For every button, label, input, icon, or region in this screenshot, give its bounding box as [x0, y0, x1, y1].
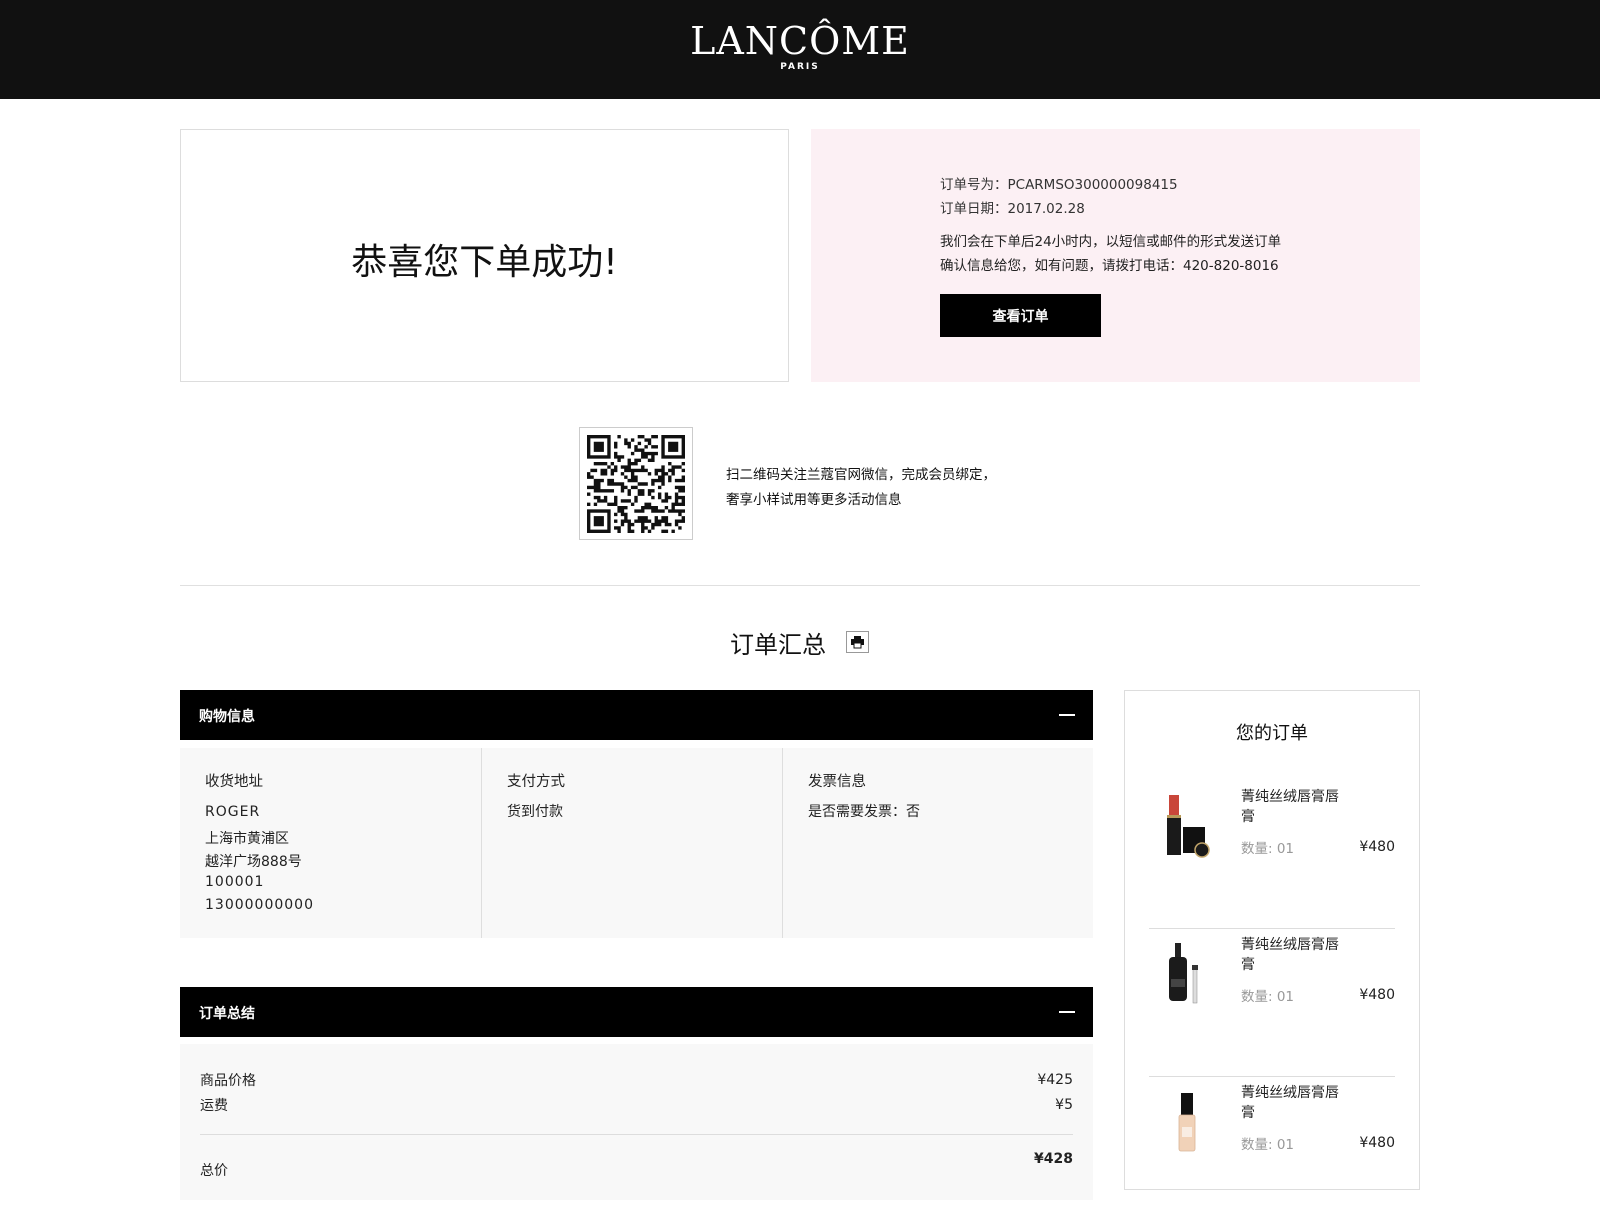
- payment-title: 支付方式: [507, 774, 565, 790]
- view-order-button[interactable]: 查看订单: [940, 294, 1101, 337]
- subtotal-label: 商品价格: [200, 1073, 256, 1089]
- item-name: 菁纯丝绒唇膏唇膏: [1241, 1085, 1339, 1121]
- item-name: 菁纯丝绒唇膏唇膏: [1241, 937, 1339, 973]
- total-label: 总价: [200, 1163, 228, 1179]
- address-line: 上海市黄浦区: [205, 831, 289, 847]
- invoice-value: 是否需要发票：否: [808, 804, 920, 820]
- order-number: 订单号为：PCARMSO300000098415: [940, 177, 1178, 193]
- address-column: 收货地址 ROGER 上海市黄浦区 越洋广场888号 100001 130000…: [180, 748, 481, 938]
- brand-logo[interactable]: LANCÔME PARIS: [0, 22, 1600, 72]
- shipping-label: 运费: [200, 1098, 228, 1114]
- your-order-panel: 您的订单 菁纯丝绒唇膏唇膏 数量: 01 ¥480 菁纯丝绒唇膏唇膏 数量: 0…: [1124, 690, 1420, 1190]
- order-item[interactable]: 菁纯丝绒唇膏唇膏 数量: 01 ¥480: [1149, 929, 1395, 1077]
- item-price: ¥480: [1359, 839, 1395, 855]
- wechat-text-line-2: 奢享小样试用等更多活动信息: [726, 492, 902, 508]
- order-date: 订单日期：2017.02.28: [940, 201, 1085, 217]
- address-line: 100001: [205, 874, 265, 890]
- order-item[interactable]: 菁纯丝绒唇膏唇膏 数量: 01 ¥480: [1149, 781, 1395, 929]
- item-name: 菁纯丝绒唇膏唇膏: [1241, 789, 1339, 825]
- order-info-panel: 订单号为：PCARMSO300000098415 订单日期：2017.02.28…: [811, 129, 1420, 382]
- invoice-column: 发票信息 是否需要发票：否: [783, 748, 1093, 938]
- brand-subtitle: PARIS: [780, 62, 820, 72]
- item-quantity: 数量: 01: [1241, 989, 1295, 1005]
- top-header: LANCÔME PARIS: [0, 0, 1600, 99]
- item-quantity: 数量: 01: [1241, 841, 1295, 857]
- address-line: 13000000000: [205, 897, 314, 913]
- collapse-icon[interactable]: [1059, 714, 1075, 716]
- brand-wordmark: LANCÔME: [690, 19, 910, 63]
- item-price: ¥480: [1359, 1135, 1395, 1151]
- qr-code-icon: [587, 435, 685, 533]
- serum-bottle-icon: [1157, 939, 1217, 1009]
- order-totals-label: 订单总结: [199, 1006, 255, 1022]
- item-price: ¥480: [1359, 987, 1395, 1003]
- shopping-info-bar[interactable]: 购物信息: [180, 690, 1093, 740]
- print-icon[interactable]: [846, 631, 869, 653]
- wechat-qr-code: [579, 427, 693, 540]
- lipstick-icon: [1157, 791, 1217, 861]
- order-totals-panel: 商品价格 ¥425 运费 ¥5 总价 ¥428: [180, 1044, 1093, 1200]
- shopping-info-panel: 收货地址 ROGER 上海市黄浦区 越洋广场888号 100001 130000…: [180, 748, 1093, 938]
- totals-divider: [200, 1134, 1073, 1135]
- notice-line-2: 确认信息给您，如有问题，请拨打电话：420-820-8016: [940, 258, 1279, 274]
- order-totals-bar[interactable]: 订单总结: [180, 987, 1093, 1037]
- shopping-info-label: 购物信息: [199, 709, 255, 725]
- wechat-text-line-1: 扫二维码关注兰蔻官网微信，完成会员绑定，: [726, 467, 996, 483]
- foundation-bottle-icon: [1157, 1087, 1217, 1157]
- subtotal-value: ¥425: [1037, 1072, 1073, 1088]
- success-message: 恭喜您下单成功!: [351, 242, 618, 283]
- address-line: ROGER: [205, 804, 261, 820]
- payment-column: 支付方式 货到付款: [482, 748, 782, 938]
- payment-value: 货到付款: [507, 804, 563, 820]
- collapse-icon[interactable]: [1059, 1011, 1075, 1013]
- success-panel: 恭喜您下单成功!: [180, 129, 789, 382]
- total-value: ¥428: [1034, 1151, 1073, 1167]
- summary-title: 订单汇总: [730, 631, 826, 659]
- address-title: 收货地址: [205, 774, 263, 790]
- item-quantity: 数量: 01: [1241, 1137, 1295, 1153]
- section-divider: [180, 585, 1420, 586]
- your-order-title: 您的订单: [1236, 723, 1308, 744]
- shipping-value: ¥5: [1055, 1097, 1073, 1113]
- address-line: 越洋广场888号: [205, 854, 302, 870]
- invoice-title: 发票信息: [808, 774, 866, 790]
- notice-line-1: 我们会在下单后24小时内，以短信或邮件的形式发送订单: [940, 234, 1282, 250]
- order-item[interactable]: 菁纯丝绒唇膏唇膏 数量: 01 ¥480: [1149, 1077, 1395, 1212]
